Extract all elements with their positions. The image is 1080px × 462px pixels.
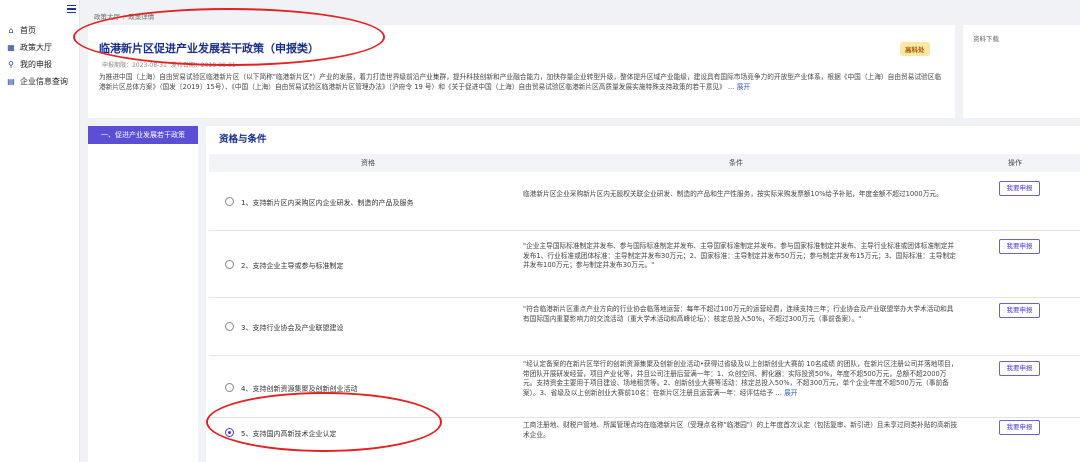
sidebar: ⌂ 首页 ▦ 政策大厅 ⚲ 我的申报 ▤ 企业信息查询	[0, 0, 80, 462]
category-panel: 一、促进产业发展若干政策	[88, 126, 198, 462]
download-panel: 资料下载	[963, 25, 1080, 118]
header-condition: 条件	[729, 159, 743, 167]
condition-text-body: "经认定备案的在新片区举行的创新资源集聚及创新创业活动•获得过省级及以上创新创业…	[523, 360, 958, 397]
table-row: 1、支持新片区内采购区内企业研发、制造的产品及服务 临港新片区企业采购新片区内无…	[209, 172, 1080, 231]
breadcrumb-root[interactable]: 政策大厅	[94, 13, 120, 21]
header-qualification: 资格	[361, 159, 375, 167]
row-radio-selected[interactable]	[225, 428, 234, 437]
document-icon: ▤	[7, 76, 15, 86]
sidebar-item-home[interactable]: ⌂ 首页	[0, 22, 80, 39]
table-row: 3、支持行业协会及产业联盟建设 "符合临港新片区重点产业方向的行业协会临落地运营…	[209, 298, 1080, 356]
grid-icon: ▦	[7, 42, 15, 52]
page-title: 临港新片区促进产业发展若干政策（申报类）	[99, 42, 319, 55]
apply-button[interactable]: 我要申报	[999, 181, 1040, 196]
row-radio[interactable]	[225, 383, 234, 392]
sidebar-item-label: 首页	[20, 26, 36, 35]
expand-summary-link[interactable]: … 展开	[728, 83, 750, 91]
apply-button[interactable]: 我要申报	[999, 420, 1040, 435]
declare-period: 申报期限：2023-08-31	[102, 62, 167, 69]
publish-date: 发布日期：2019-09-01	[170, 62, 236, 69]
condition-text: "符合临港新片区重点产业方向的行业协会临落地运营：每年不超过100万元的运营经费…	[523, 305, 954, 323]
apply-button[interactable]: 我要申报	[999, 239, 1040, 254]
menu-toggle-icon[interactable]	[67, 5, 76, 14]
qualification-text: 3、支持行业协会及产业联盟建设	[241, 324, 344, 332]
download-title: 资料下载	[973, 35, 999, 43]
apply-button[interactable]: 我要申报	[999, 361, 1040, 376]
condition-text: 工商注册地、财税户管地、所属管理点均在临港新片区（受理点名称"临港园"）的上年度…	[523, 421, 958, 439]
breadcrumb-current: 政策详情	[128, 13, 155, 21]
sidebar-item-label: 我的申报	[20, 60, 52, 69]
condition-text: 临港新片区企业采购新片区内无股权关联企业研发、制造的产品和生产性服务，按实际采购…	[523, 190, 943, 198]
qualification-panel: 资格与条件 资格 条件 操作 1、支持新片区内采购区内企业研发、制造的产品及服务…	[206, 126, 1080, 462]
condition-text: "经认定备案的在新片区举行的创新资源集聚及创新创业活动•获得过省级及以上创新创业…	[523, 360, 959, 413]
row-radio[interactable]	[225, 197, 234, 206]
sidebar-item-policy-hall[interactable]: ▦ 政策大厅	[0, 39, 80, 56]
policy-dates: 申报期限：2023-08-31 发布日期：2019-09-01	[102, 60, 240, 69]
department-badge: 高科处	[900, 42, 930, 56]
table-header: 资格 条件 操作	[209, 154, 1080, 172]
favorite-star-icon[interactable]: ☆	[291, 39, 301, 52]
sidebar-item-company-lookup[interactable]: ▤ 企业信息查询	[0, 73, 80, 90]
section-title: 资格与条件	[219, 134, 267, 145]
qualification-text: 1、支持新片区内采购区内企业研发、制造的产品及服务	[241, 199, 414, 207]
table-row: 2、支持企业主导或参与标准制定 "企业主导国际标准制定并发布、参与国际标准制定并…	[209, 231, 1080, 298]
table-row: 4、支持创新资源集聚及创新创业活动 "经认定备案的在新片区举行的创新资源集聚及创…	[209, 356, 1080, 418]
search-icon: ⚲	[8, 59, 14, 69]
sidebar-item-label: 政策大厅	[20, 43, 52, 52]
condition-text: "企业主导国际标准制定并发布、参与国际标准制定并发布、主导国家标准制定并发布、参…	[523, 242, 956, 269]
home-icon: ⌂	[8, 25, 14, 35]
apply-button[interactable]: 我要申报	[999, 303, 1040, 318]
sidebar-item-label: 企业信息查询	[20, 77, 68, 86]
table-row: 5、支持国内高新技术企业认定 工商注册地、财税户管地、所属管理点均在临港新片区（…	[209, 418, 1080, 462]
row-radio[interactable]	[225, 260, 234, 269]
sidebar-nav: ⌂ 首页 ▦ 政策大厅 ⚲ 我的申报 ▤ 企业信息查询	[0, 22, 80, 90]
row-radio[interactable]	[225, 322, 234, 331]
sidebar-item-my-applications[interactable]: ⚲ 我的申报	[0, 56, 80, 73]
expand-condition-link[interactable]: 展开	[784, 389, 797, 397]
category-button[interactable]: 一、促进产业发展若干政策	[88, 126, 198, 144]
policy-summary: 为推进中国（上海）自由贸易试验区临港新片区（以下简称"临港新片区"）产业的发展，…	[99, 72, 943, 92]
policy-summary-text: 为推进中国（上海）自由贸易试验区临港新片区（以下简称"临港新片区"）产业的发展，…	[99, 73, 942, 91]
qualification-text: 4、支持创新资源集聚及创新创业活动	[241, 385, 358, 393]
policy-header-card: 临港新片区促进产业发展若干政策（申报类） ☆ 高科处 申报期限：2023-08-…	[88, 25, 955, 118]
qualification-text: 2、支持企业主导或参与标准制定	[241, 262, 344, 270]
qualification-text: 5、支持国内高新技术企业认定	[241, 430, 337, 438]
header-action: 操作	[1008, 159, 1022, 167]
breadcrumb: 政策大厅 / 政策详情	[94, 11, 154, 21]
breadcrumb-separator: /	[123, 13, 126, 21]
